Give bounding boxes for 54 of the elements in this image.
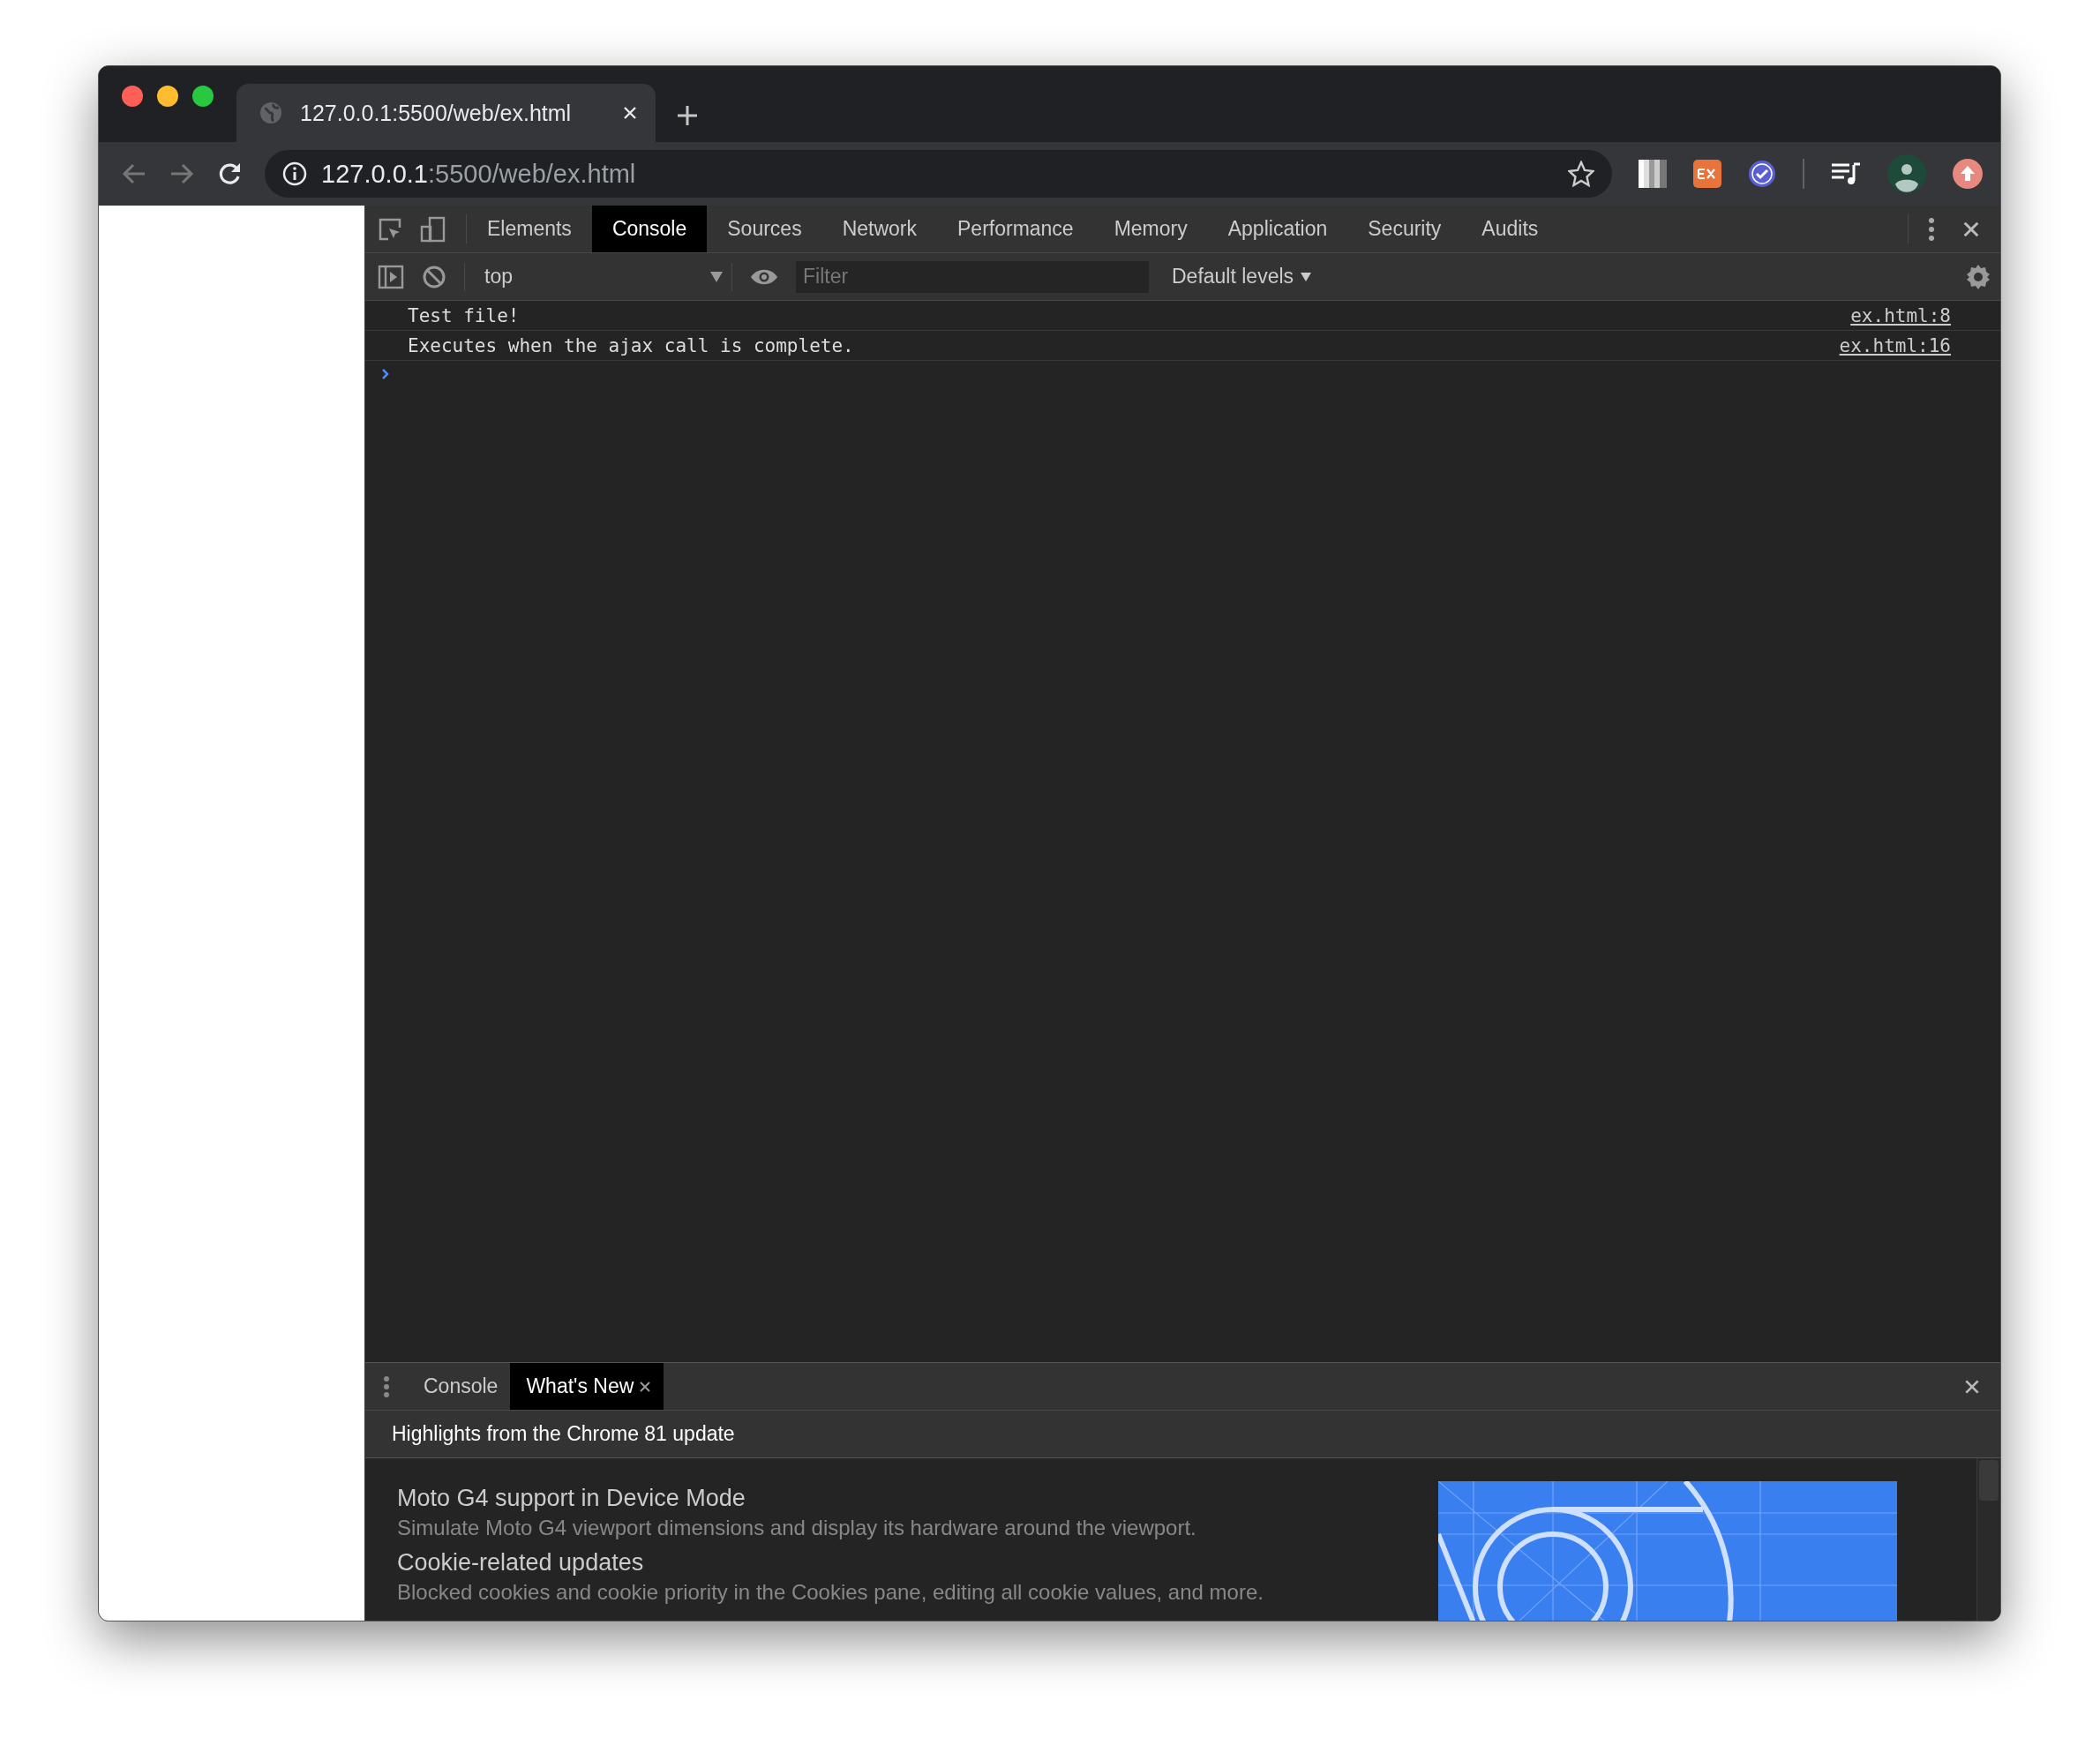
log-levels-dropdown[interactable]: Default levels [1166,264,1317,289]
devtools-tab[interactable]: Sources [707,206,822,252]
close-tab-icon[interactable] [639,1380,652,1393]
tab-title: 127.0.0.1:5500/web/ex.html [300,100,573,126]
console-message: Executes when the ajax call is complete. [408,335,854,356]
console-message: Test file! [408,305,520,326]
clear-console-icon[interactable] [422,264,446,289]
devtools-tab[interactable]: Security [1347,206,1462,252]
globe-icon [259,101,282,124]
close-window-button[interactable] [122,86,143,107]
check-extension-icon[interactable] [1748,160,1776,188]
filter-field[interactable]: Filter [796,260,1149,293]
feature-title[interactable]: Moto G4 support in Device Mode [397,1485,1438,1512]
devtools-tab[interactable]: Console [591,206,708,252]
drawer-tab[interactable]: Console [408,1363,511,1410]
device-toolbar-icon[interactable] [420,215,446,243]
inspect-element-icon[interactable] [378,216,402,242]
maximize-window-button[interactable] [192,86,214,107]
whats-new-header: Highlights from the Chrome 81 update [365,1411,2000,1458]
update-icon[interactable] [1953,159,1983,189]
sidebar-toggle-icon[interactable] [378,264,404,289]
minimize-window-button[interactable] [157,86,178,107]
source-link[interactable]: ex.html:8 [1850,305,1951,326]
browser-tab[interactable]: 127.0.0.1:5500/web/ex.html [236,84,656,142]
profile-avatar-icon[interactable] [1887,154,1926,193]
settings-icon[interactable] [1965,263,1991,290]
playlist-icon[interactable] [1831,161,1861,186]
drawer-tab[interactable]: What's New [510,1363,664,1410]
address-bar[interactable]: 127.0.0.1:5500/web/ex.html [265,150,1612,198]
back-icon[interactable] [122,161,146,186]
drawer-menu-icon[interactable] [383,1374,390,1398]
dropdown-caret-icon [710,271,723,282]
barcode-extension-icon[interactable] [1639,160,1667,188]
info-icon [282,161,307,186]
prompt-chevron-icon[interactable] [381,368,390,380]
reload-icon[interactable] [217,161,242,186]
devtools-tab[interactable]: Network [821,206,937,252]
dropdown-caret-icon [1301,272,1312,281]
feature-description: Blocked cookies and cookie priority in the Cookies pane, editing all cookie values, and more. [397,1580,1264,1605]
devtools-tab[interactable]: Memory [1093,206,1208,252]
context-selector[interactable]: top [464,262,732,291]
new-tab-icon[interactable] [677,105,698,126]
devtools-tab[interactable]: Audits [1461,206,1559,252]
ex-extension-icon[interactable] [1693,160,1721,188]
forward-icon[interactable] [169,161,194,186]
devtools-tab[interactable]: Elements [467,206,592,252]
devtools-tab[interactable]: Performance [937,206,1094,252]
more-options-icon[interactable] [1928,216,1935,242]
source-link[interactable]: ex.html:16 [1839,335,1951,356]
devtools-tab[interactable]: Application [1207,206,1348,252]
feature-description: Simulate Moto G4 viewport dimensions and display its hardware around the viewport. [397,1516,1197,1540]
feature-title[interactable]: Cookie-related updates [397,1549,1438,1576]
star-icon[interactable] [1568,161,1594,187]
url-text: 127.0.0.1:5500/web/ex.html [321,159,637,189]
